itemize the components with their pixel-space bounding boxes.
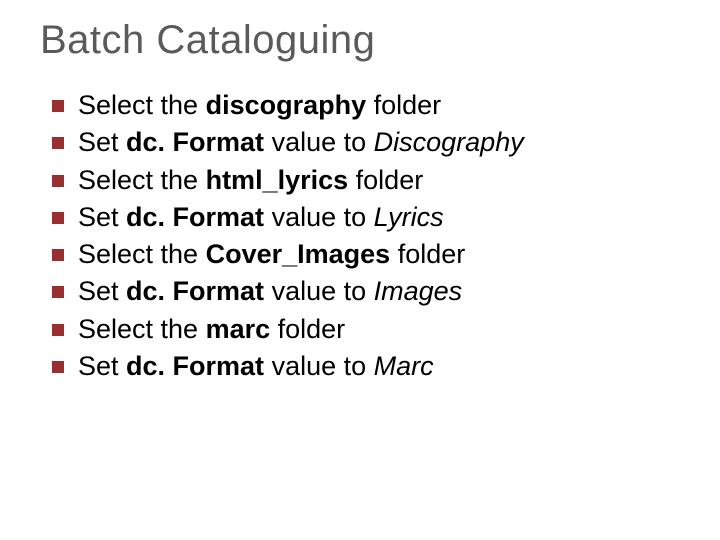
list-item: Select the html_lyrics folder <box>48 162 684 199</box>
bullet-icon <box>52 249 64 261</box>
list-text-pre: Set <box>78 276 126 306</box>
list-text-italic: Images <box>374 276 463 306</box>
list-text-pre: Select the <box>78 314 206 344</box>
bullet-icon <box>52 324 64 336</box>
list-text-pre: Set <box>78 127 126 157</box>
list-text-bold: dc. Format <box>126 202 264 232</box>
list-item: Select the discography folder <box>48 87 684 124</box>
list-text-bold: Cover_Images <box>206 239 391 269</box>
list-text-mid: folder <box>366 90 441 120</box>
list-text-mid: value to <box>264 351 374 381</box>
list-text-bold: dc. Format <box>126 351 264 381</box>
list-item: Set dc. Format value to Discography <box>48 124 684 161</box>
slide-title: Batch Cataloguing <box>40 18 684 63</box>
bullet-icon <box>52 286 64 298</box>
bullet-icon <box>52 100 64 112</box>
list-text-italic: Lyrics <box>374 202 444 232</box>
list-text-bold: discography <box>206 90 367 120</box>
list-text-mid: folder <box>390 239 465 269</box>
list-item: Set dc. Format value to Images <box>48 273 684 310</box>
list-text-bold: dc. Format <box>126 127 264 157</box>
list-text-italic: Discography <box>374 127 524 157</box>
list-text-bold: html_lyrics <box>206 165 349 195</box>
list-text-mid: value to <box>264 202 374 232</box>
list-text-mid: value to <box>264 276 374 306</box>
list-text-pre: Select the <box>78 90 206 120</box>
list-item: Select the marc folder <box>48 311 684 348</box>
bullet-icon <box>52 137 64 149</box>
list-text-mid: folder <box>270 314 345 344</box>
bullet-icon <box>52 212 64 224</box>
list-text-pre: Select the <box>78 239 206 269</box>
list-text-mid: value to <box>264 127 374 157</box>
list-text-mid: folder <box>348 165 423 195</box>
list-text-bold: marc <box>206 314 271 344</box>
bullet-list: Select the discography folder Set dc. Fo… <box>48 87 684 385</box>
list-text-bold: dc. Format <box>126 276 264 306</box>
slide: Batch Cataloguing Select the discography… <box>0 0 720 540</box>
list-item: Set dc. Format value to Marc <box>48 348 684 385</box>
list-item: Select the Cover_Images folder <box>48 236 684 273</box>
list-text-pre: Select the <box>78 165 206 195</box>
bullet-icon <box>52 175 64 187</box>
bullet-icon <box>52 361 64 373</box>
list-text-pre: Set <box>78 202 126 232</box>
list-text-pre: Set <box>78 351 126 381</box>
list-item: Set dc. Format value to Lyrics <box>48 199 684 236</box>
list-text-italic: Marc <box>374 351 434 381</box>
